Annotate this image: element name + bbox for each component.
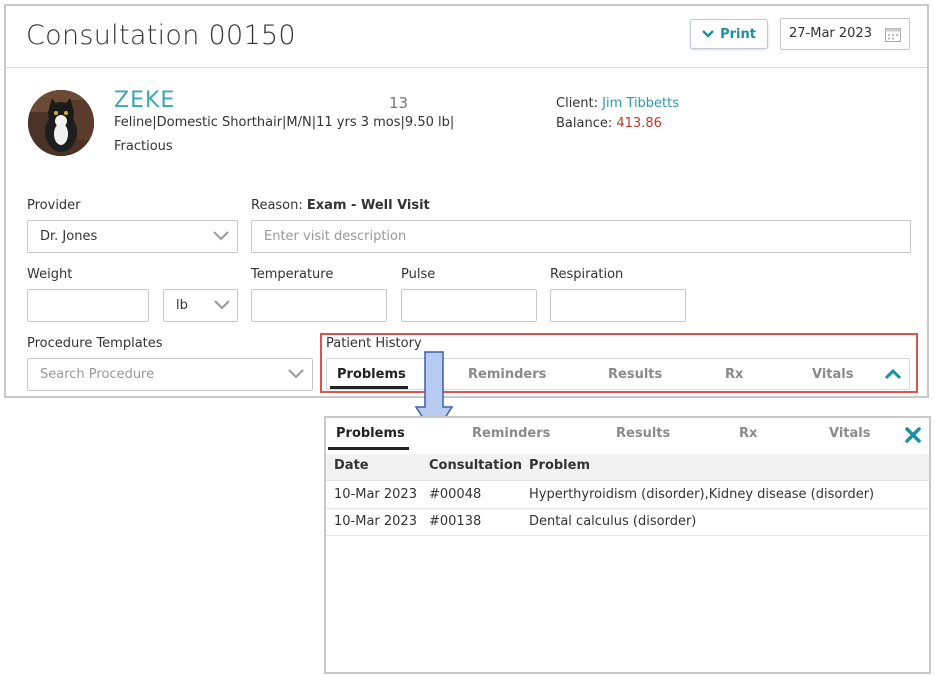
table-row: 10-Mar 2023 #00048 Hyperthyroidism (diso… [326,481,929,509]
column-problem: Problem [529,458,590,473]
client-link[interactable]: Jim Tibbetts [602,96,679,111]
calendar-icon[interactable] [885,27,901,42]
provider-select[interactable]: Dr. Jones [27,220,238,253]
problems-panel: Problems Reminders Results Rx Vitals Dat… [324,416,931,674]
reason-label-text: Reason: [251,198,303,213]
active-tab-indicator [328,447,409,450]
consultation-header: Consultation 00150 Print 27-Mar 2023 [6,6,927,68]
respiration-label: Respiration [550,267,624,282]
patient-avatar [28,90,94,156]
chevron-down-icon [214,300,230,310]
table-row: 10-Mar 2023 #00138 Dental calculus (diso… [326,508,929,536]
date-input[interactable]: 27-Mar 2023 [780,18,910,50]
patient-alert-tag: Fractious [114,139,173,154]
weight-label: Weight [27,267,73,282]
patient-number: 13 [389,94,409,112]
row-date: 10-Mar 2023 [334,487,417,502]
weight-unit-select[interactable]: lb [163,289,238,322]
temperature-input[interactable] [251,289,387,322]
procedure-search-select[interactable]: Search Procedure [27,358,313,391]
chevron-down-icon [213,231,229,241]
weight-unit-value: lb [176,298,188,313]
provider-value: Dr. Jones [40,229,98,244]
pulse-input[interactable] [401,289,537,322]
tab-vitals[interactable]: Vitals [829,426,870,441]
page-title: Consultation 00150 [26,20,296,51]
date-value: 27-Mar 2023 [789,26,872,41]
visit-description-placeholder: Enter visit description [264,229,407,244]
tab-rx[interactable]: Rx [739,426,757,441]
consultation-link[interactable]: #00138 [429,514,481,529]
chevron-down-icon [288,369,304,379]
problems-table-header: Date Consultation Problem [326,454,929,481]
procedure-search-placeholder: Search Procedure [40,367,155,382]
respiration-input[interactable] [550,289,686,322]
row-problem: Hyperthyroidism (disorder),Kidney diseas… [529,487,875,502]
print-button-label: Print [720,26,756,42]
print-button[interactable]: Print [690,19,768,49]
visit-description-input[interactable]: Enter visit description [251,220,911,253]
highlight-box [320,333,918,393]
tab-results[interactable]: Results [616,426,670,441]
row-date: 10-Mar 2023 [334,514,417,529]
temperature-label: Temperature [251,267,334,282]
client-info: Client: Jim Tibbetts [556,96,679,111]
tab-reminders[interactable]: Reminders [472,426,550,441]
pulse-label: Pulse [401,267,436,282]
row-problem: Dental calculus (disorder) [529,514,697,529]
reason-value: Exam - Well Visit [306,198,430,213]
chevron-down-icon [702,30,714,38]
weight-input[interactable] [27,289,149,322]
client-label: Client: [556,96,599,111]
patient-name[interactable]: ZEKE [114,88,175,113]
balance-value: 413.86 [616,116,662,131]
balance-info: Balance: 413.86 [556,116,662,131]
column-date: Date [334,458,369,473]
patient-info: Feline|Domestic Shorthair|M/N|11 yrs 3 m… [114,115,455,130]
procedure-templates-label: Procedure Templates [27,336,163,351]
reason-label: Reason: Exam - Well Visit [251,198,430,213]
consultation-link[interactable]: #00048 [429,487,481,502]
tab-problems[interactable]: Problems [336,426,405,441]
balance-label: Balance: [556,116,613,131]
close-icon[interactable] [904,426,922,444]
column-consultation: Consultation [429,458,523,473]
provider-label: Provider [27,198,81,213]
